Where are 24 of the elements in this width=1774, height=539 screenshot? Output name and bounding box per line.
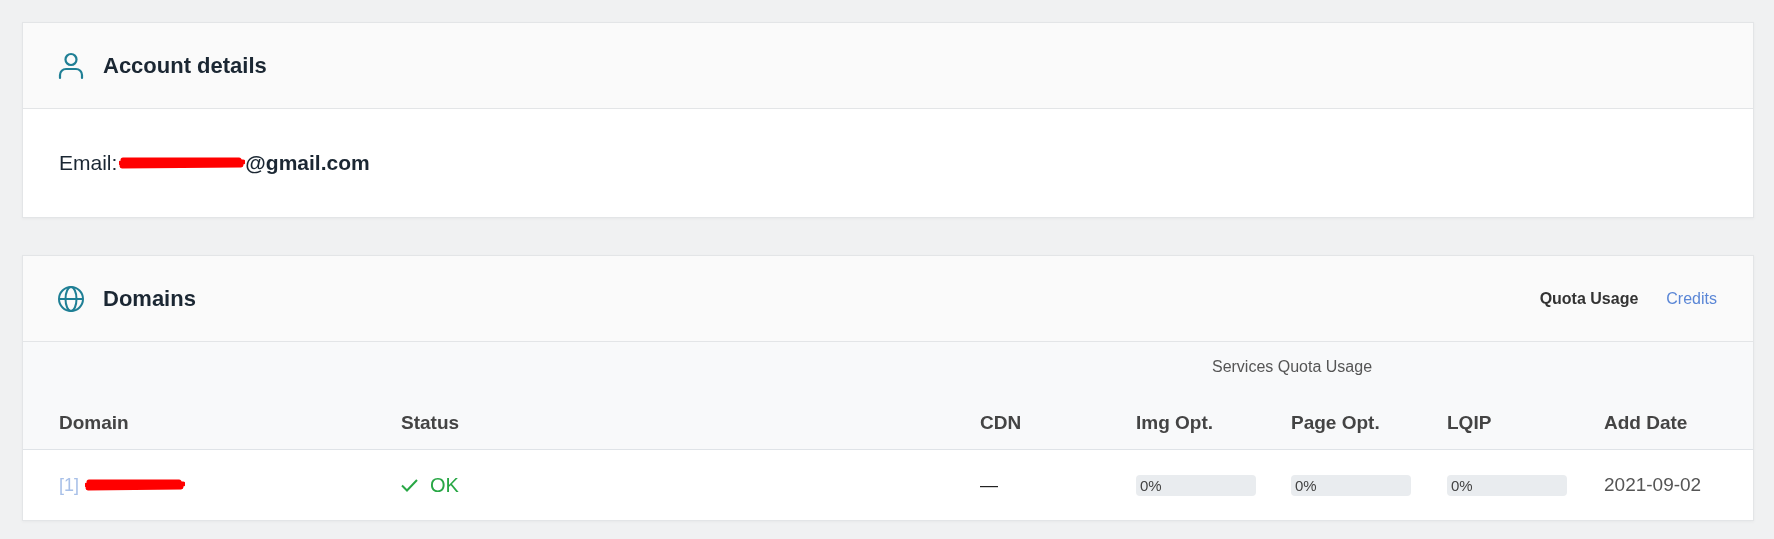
status-text: OK [430, 473, 459, 497]
user-icon [58, 51, 84, 80]
column-header: Add Date [1604, 412, 1689, 434]
card-title: Domains [103, 285, 196, 312]
column-header: CDN [980, 412, 1023, 434]
column-header: Status [401, 412, 461, 434]
table-cell-text: 2021-09-02 [1604, 474, 1703, 496]
table-cell-text: — [980, 474, 999, 496]
check-icon [401, 478, 418, 492]
globe-icon [57, 284, 85, 313]
usage-reading: 0% [1294, 476, 1317, 494]
column-header: Page Opt. [1291, 412, 1381, 434]
usage-reading: 0% [1139, 476, 1162, 494]
column-header: LQIP [1447, 412, 1493, 434]
email-label: Email: [59, 151, 118, 175]
column-header: Domain [59, 412, 130, 434]
domain-index-link[interactable]: [1] [59, 474, 79, 496]
email-value: @gmail.com [245, 151, 370, 175]
tab[interactable]: Quota Usage [1539, 289, 1639, 308]
column-header: Img Opt. [1136, 412, 1215, 434]
column-group-heading: Services Quota Usage [1210, 358, 1374, 377]
tab[interactable]: Credits [1666, 289, 1717, 308]
card-title: Account details [103, 52, 267, 79]
usage-reading: 0% [1450, 476, 1473, 494]
